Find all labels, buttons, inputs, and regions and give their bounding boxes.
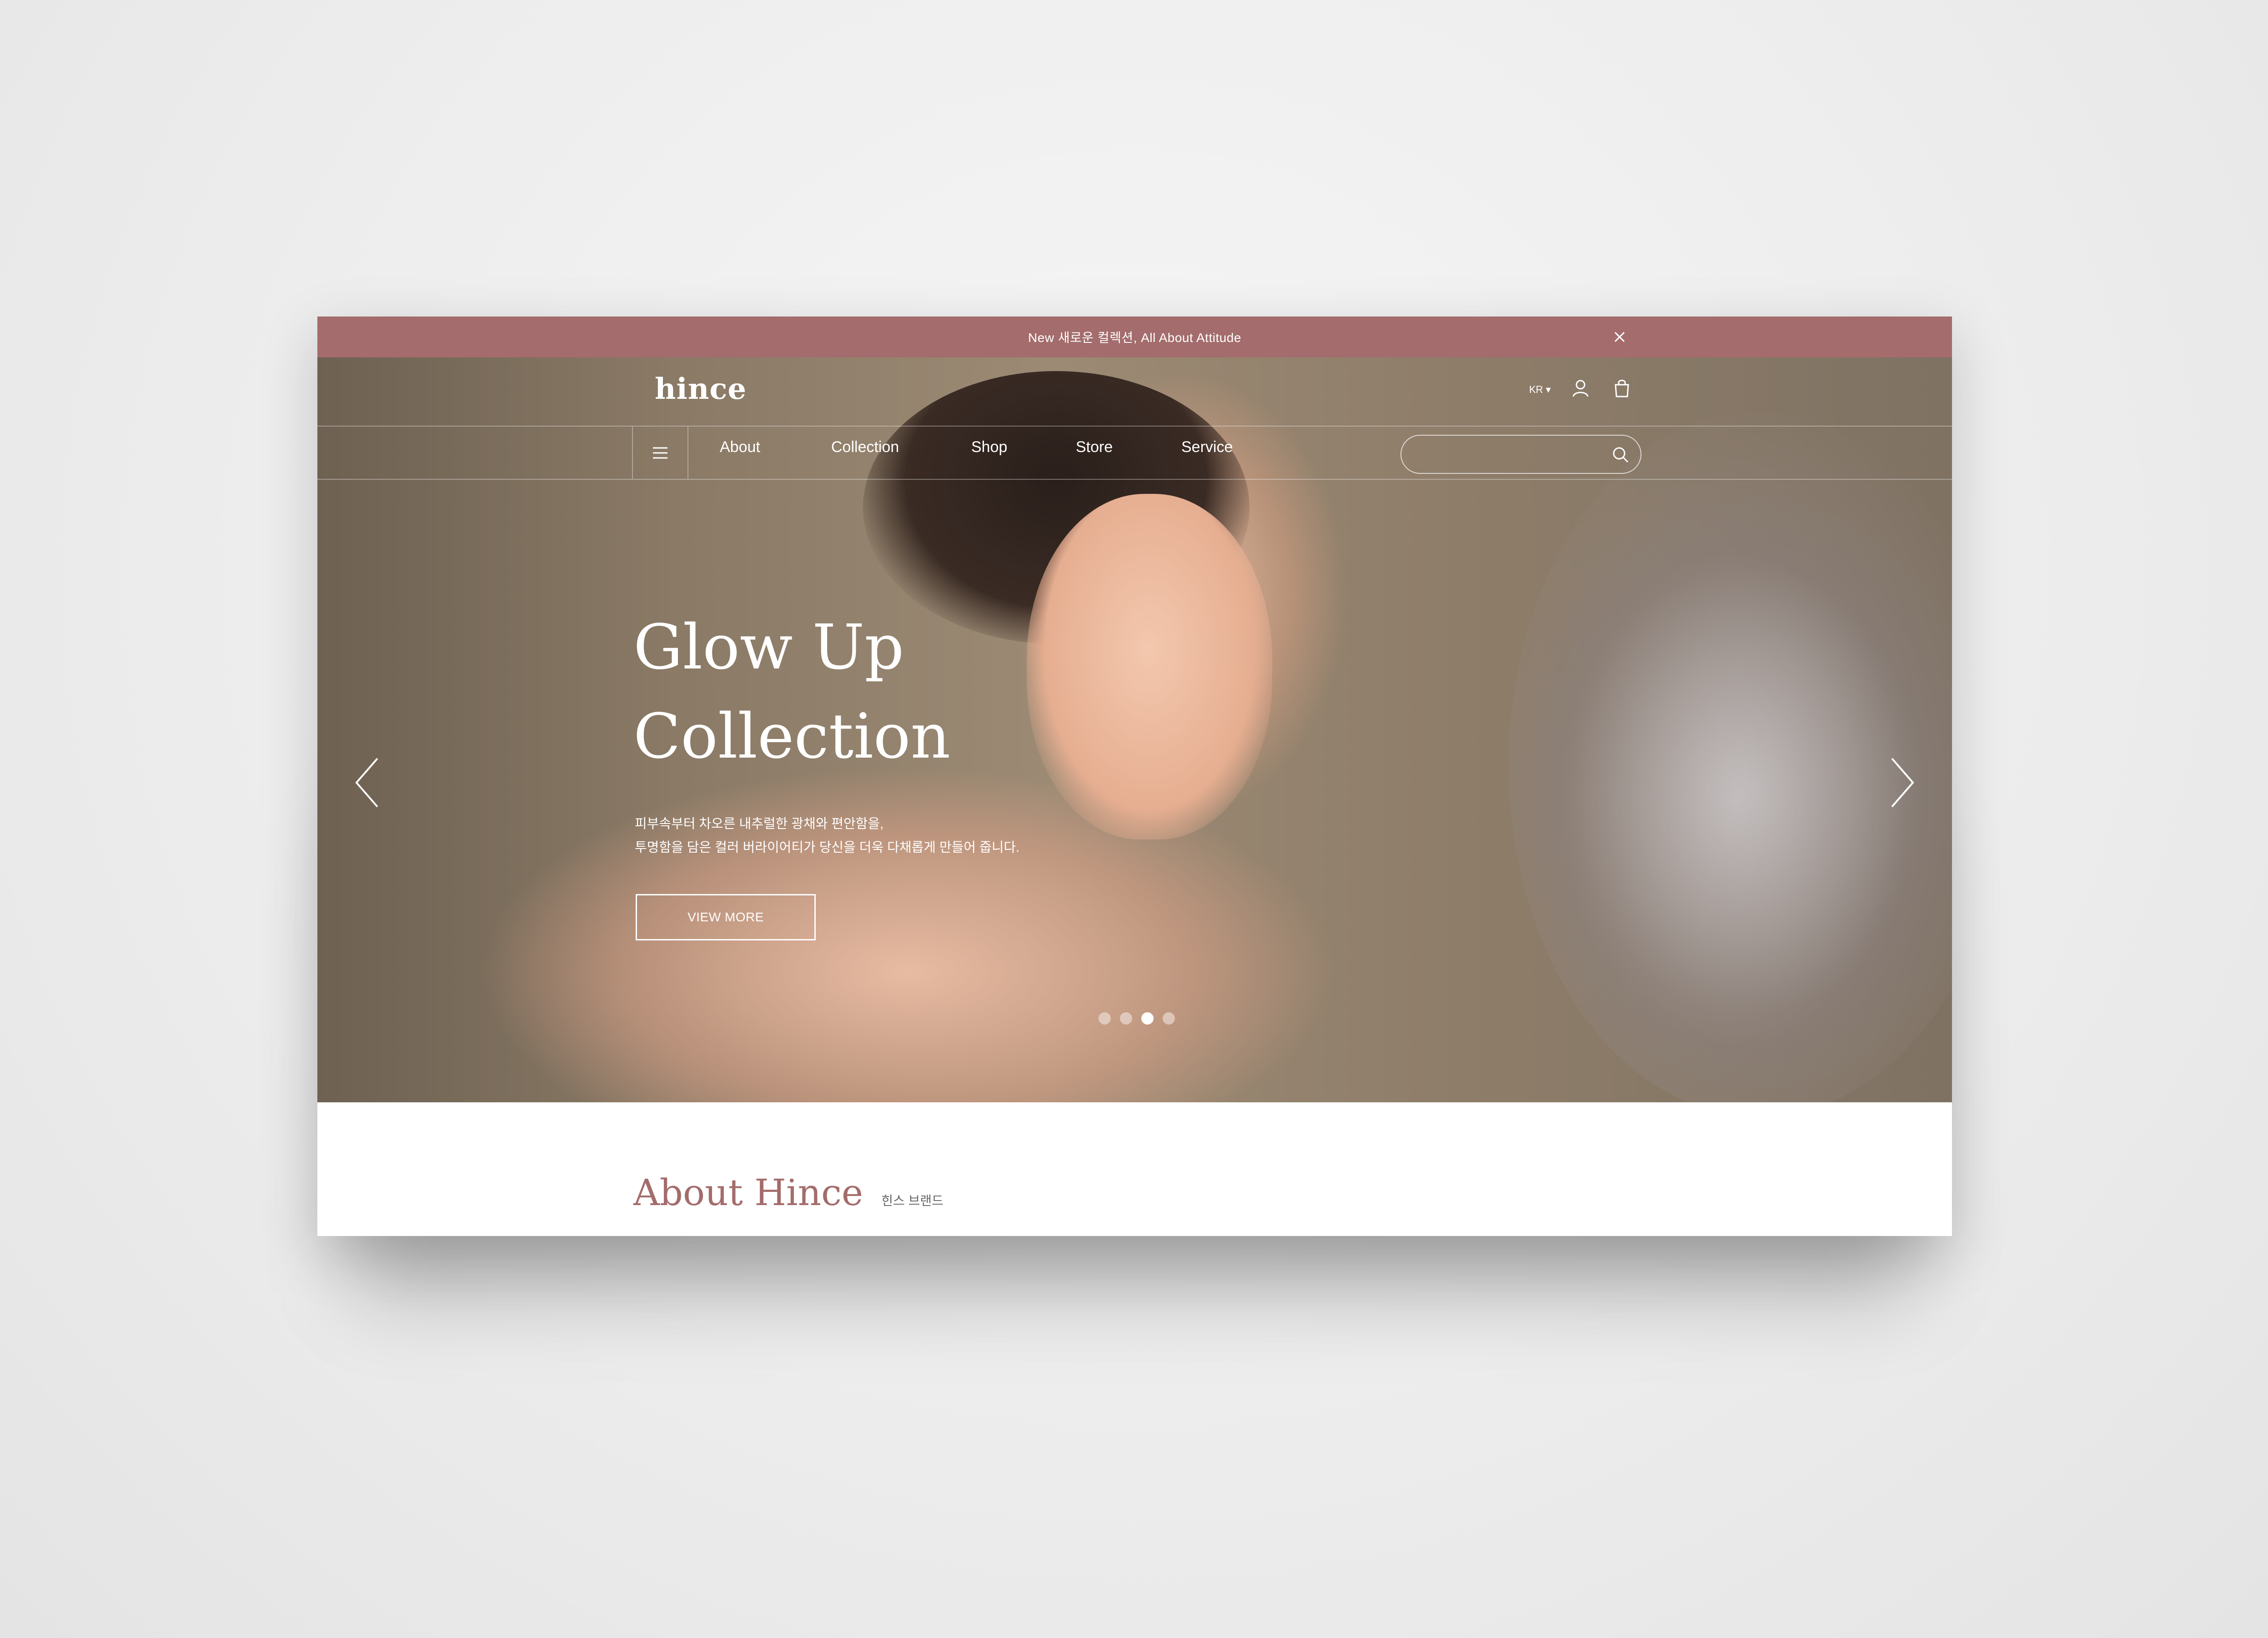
about-section-heading: About Hince 힌스 브랜드 [633, 1171, 943, 1214]
search-icon[interactable] [1611, 445, 1631, 465]
search-input[interactable] [1415, 444, 1599, 466]
nav-item-service[interactable]: Service [1181, 438, 1233, 456]
language-selector[interactable]: KR ▾ [1529, 384, 1551, 396]
slider-pagination [1099, 1012, 1175, 1025]
hero-title-line-1: Glow Up [633, 612, 904, 683]
slider-dot[interactable] [1120, 1012, 1132, 1025]
hero-description-line-1: 피부속부터 차오른 내추럴한 광채와 편안함을, [635, 817, 884, 831]
header-divider [317, 426, 1952, 427]
hero-description: 피부속부터 차오른 내추럴한 광채와 편안함을, 투명함을 담은 컬러 버라이어… [635, 812, 1019, 859]
announcement-text: New 새로운 컬렉션, All About Attitude [1028, 331, 1241, 345]
language-label: KR [1529, 384, 1543, 395]
chevron-left-icon[interactable] [349, 753, 386, 812]
slider-dot[interactable] [1099, 1012, 1111, 1025]
nav-item-about[interactable]: About [720, 438, 760, 456]
hero-description-line-2: 투명함을 담은 컬러 버라이어티가 당신을 더욱 다채롭게 만들어 줍니다. [635, 840, 1020, 855]
slider-dot[interactable] [1141, 1012, 1154, 1025]
search-box [1400, 435, 1641, 474]
nav-divider [317, 479, 1952, 480]
close-icon[interactable] [1610, 327, 1630, 347]
browser-page: New 새로운 컬렉션, All About Attitude hince KR… [317, 317, 1952, 1236]
hamburger-menu-icon[interactable] [632, 427, 688, 479]
slider-dot[interactable] [1163, 1012, 1175, 1025]
nav-item-store[interactable]: Store [1076, 438, 1113, 456]
nav-item-shop[interactable]: Shop [971, 438, 1007, 456]
about-title: About Hince [633, 1171, 863, 1214]
about-subtitle: 힌스 브랜드 [881, 1194, 943, 1208]
shopping-bag-icon[interactable] [1611, 377, 1633, 399]
logo[interactable]: hince [655, 372, 747, 406]
announcement-bar: New 새로운 컬렉션, All About Attitude [317, 317, 1952, 357]
view-more-button[interactable]: VIEW MORE [636, 894, 816, 940]
hero-banner: hince KR ▾ About Collection Shop Store S… [317, 357, 1952, 1102]
hero-title: Glow Up Collection [633, 603, 950, 781]
chevron-right-icon[interactable] [1884, 753, 1920, 812]
nav-item-collection[interactable]: Collection [831, 438, 899, 456]
hero-image-model [1027, 494, 1272, 839]
user-icon[interactable] [1569, 377, 1592, 400]
hero-title-line-2: Collection [633, 701, 951, 773]
